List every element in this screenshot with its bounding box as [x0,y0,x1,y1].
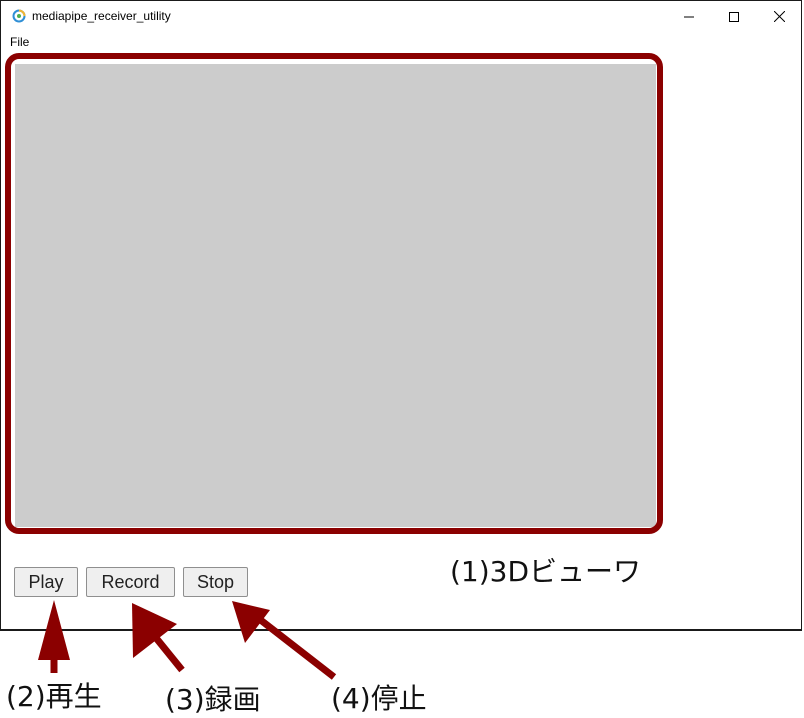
record-arrow-icon [132,603,185,673]
stop-arrow-icon [232,601,337,680]
annotation-arrows [38,600,337,680]
play-arrow-icon [38,600,70,673]
